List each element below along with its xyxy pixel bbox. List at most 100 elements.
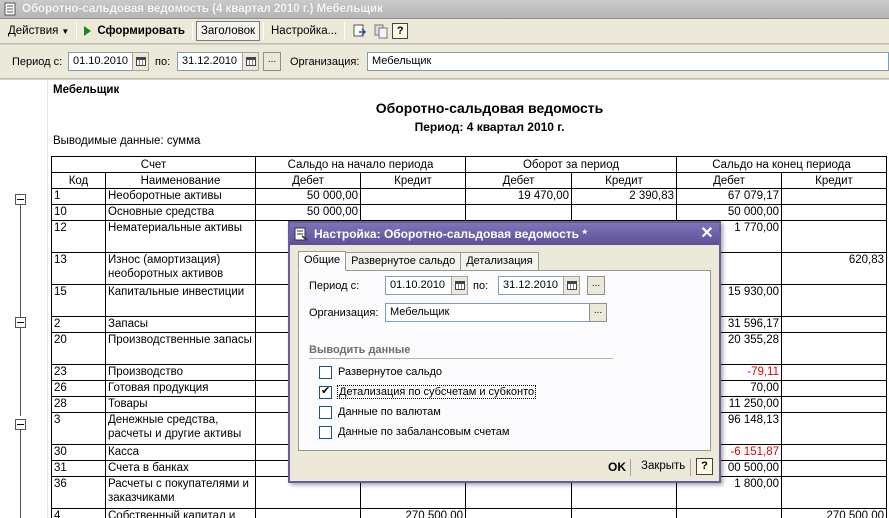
cell-closing-credit [781,364,887,381]
period-to-input[interactable]: 31.12.2010 [177,52,243,71]
button-separator [690,459,691,476]
settings-button[interactable]: Настройка... [267,21,341,41]
cell-closing-debit [676,508,782,518]
tab-general[interactable]: Общие [298,251,347,271]
table-row[interactable]: 10 Основные средства 50 000,00 50 000,00 [51,204,887,221]
option-checkbox-label[interactable]: Детализация по субсчетам и субконто [336,385,537,399]
cell-closing-credit [781,412,887,445]
close-button[interactable]: Закрыть [641,460,685,472]
period-select-button[interactable]: ... [263,52,281,71]
help-icon: ? [392,23,409,39]
window-titlebar: Оборотно-сальдовая ведомость (4 квартал … [0,0,889,19]
cell-closing-credit [781,460,887,477]
header-toggle-label: Заголовок [200,25,255,37]
group-line [20,430,21,518]
generate-button[interactable]: Сформировать [80,21,189,41]
cell-opening-credit [360,204,466,221]
dialog-period-to-input[interactable]: 31.12.2010 [498,276,564,295]
header-closing-balance: Сальдо на конец периода [676,156,887,173]
cell-name: Производство [105,364,256,381]
cell-closing-credit [781,220,887,253]
option-checkbox-label[interactable]: Данные по забалансовым счетам [338,426,509,438]
period-from-label: Период с: [12,56,63,68]
group-line [20,328,21,416]
header-turnover-debit: Дебет [465,172,572,189]
cell-code: 1 [51,188,106,205]
cell-code: 20 [51,332,106,365]
cell-turnover-debit [465,508,572,518]
period-from-input[interactable]: 01.10.2010 [68,52,133,71]
button-separator [630,459,631,476]
report-organization: Мебельщик [53,84,120,96]
header-opening-debit: Дебет [255,172,361,189]
cell-code: 12 [51,220,106,253]
calendar-button[interactable] [563,276,580,295]
cell-opening-credit: 270 500,00 [360,508,466,518]
cell-turnover-credit: 2 390,83 [571,188,677,205]
settings-document-icon [294,227,308,241]
cell-closing-credit [781,316,887,333]
cell-opening-credit [360,188,466,205]
cell-code: 36 [51,476,106,509]
cell-code: 4 [51,508,106,518]
toolbar-separator [191,22,193,40]
header-account: Счет [51,156,256,173]
option-checkbox-label[interactable]: Данные по валютам [338,406,441,418]
dialog-period-select-button[interactable]: ... [587,276,605,295]
header-turnover-credit: Кредит [571,172,677,189]
dialog-organization-select-button[interactable]: ... [589,303,607,322]
dialog-organization-label: Организация: [309,307,379,319]
section-divider [309,358,613,359]
cell-opening-debit: 50 000,00 [255,204,361,221]
cell-name: Денежные средства, расчеты и другие акти… [105,412,256,445]
header-toggle-button[interactable]: Заголовок [195,21,260,41]
dialog-titlebar[interactable]: Настройка: Оборотно-сальдовая ведомость … [290,223,719,245]
collapse-group-icon[interactable] [15,194,26,205]
option-checkbox[interactable] [319,366,332,379]
cell-code: 23 [51,364,106,381]
help-button[interactable]: ? [392,21,409,41]
actions-menu-button[interactable]: Действия ▼ [4,21,73,41]
table-row[interactable]: 1 Необоротные активы 50 000,00 19 470,00 2 3… [51,188,887,205]
cell-closing-credit [781,476,887,509]
collapse-group-icon[interactable] [15,317,26,328]
dialog-period-from-input[interactable]: 01.10.2010 [385,276,453,295]
cell-name: Товары [105,396,256,413]
calendar-button[interactable] [451,276,468,295]
option-checkbox[interactable] [319,384,332,399]
copy-document-icon[interactable] [373,23,389,39]
header-closing-debit: Дебет [676,172,782,189]
header-opening-credit: Кредит [360,172,466,189]
grouping-gutter [0,80,48,518]
header-code: Код [51,172,106,189]
cell-turnover-credit [571,204,677,221]
option-checkbox[interactable] [319,406,332,419]
tab-expanded-balance[interactable]: Развернутое сальдо [345,252,462,270]
cell-code: 2 [51,316,106,333]
report-output-mode: Выводимые данные: сумма [53,135,201,147]
dialog-button-bar: OK Закрыть ? [290,453,719,481]
organization-input[interactable]: Мебельщик [367,52,889,71]
calendar-button[interactable] [132,52,149,71]
tab-panel-general: Период с: 01.10.2010 по: 31.12.2010 ... … [298,270,711,451]
tab-detailing[interactable]: Детализация [460,252,539,270]
cell-code: 13 [51,252,106,285]
option-checkbox-label[interactable]: Развернутое сальдо [338,366,442,378]
calendar-icon [135,57,146,66]
calendar-icon [245,57,256,66]
table-row[interactable]: 4 Собственный капитал и 270 500,00 270 500,… [51,508,887,518]
cell-closing-credit [781,284,887,317]
dialog-period-from-label: Период с: [309,280,360,292]
generate-label: Сформировать [97,25,185,37]
cell-code: 28 [51,396,106,413]
ok-button[interactable]: OK [608,460,626,474]
calendar-button[interactable] [242,52,259,71]
cell-name: Основные средства [105,204,256,221]
play-icon [84,26,92,36]
dialog-organization-input[interactable]: Мебельщик [385,303,590,322]
export-document-icon[interactable] [351,23,367,39]
close-icon[interactable]: ✕ [699,225,715,243]
collapse-group-icon[interactable] [15,419,26,430]
dialog-help-button[interactable]: ? [696,458,713,475]
option-checkbox[interactable] [319,426,332,439]
